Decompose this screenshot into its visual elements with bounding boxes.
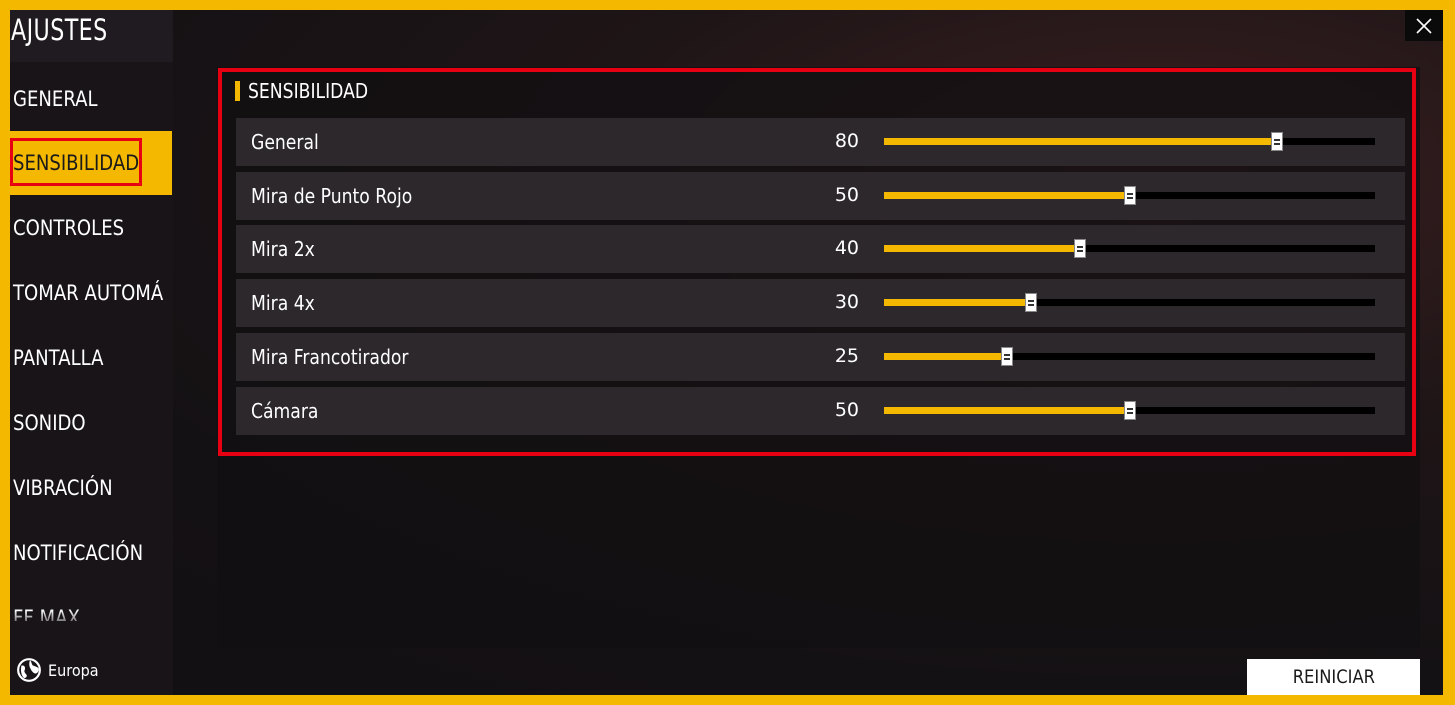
sidebar-item-label: SONIDO: [13, 411, 86, 435]
slider-track[interactable]: [884, 401, 1375, 420]
slider-track[interactable]: [884, 347, 1375, 366]
section-header: SENSIBILIDAD: [235, 79, 388, 103]
slider-fill: [884, 407, 1130, 414]
slider-track[interactable]: [884, 186, 1375, 205]
region-label: Europa: [48, 660, 99, 680]
active-item-highlight: [10, 138, 142, 186]
slider-fill: [884, 138, 1277, 145]
slider-row: Cámara 50: [236, 387, 1405, 435]
sidebar-item-label: TOMAR AUTOMÁ: [13, 281, 164, 305]
slider-row: Mira de Punto Rojo 50: [236, 172, 1405, 220]
slider-fill: [884, 245, 1081, 252]
slider-handle[interactable]: [1123, 186, 1136, 205]
slider-label: Mira de Punto Rojo: [251, 184, 413, 208]
sidebar-item-general[interactable]: GENERAL: [10, 67, 172, 131]
slider-label: Mira Francotirador: [251, 345, 409, 369]
slider-handle[interactable]: [1025, 293, 1038, 312]
slider-handle[interactable]: [1000, 347, 1013, 366]
sidebar-item-label: GENERAL: [13, 87, 98, 111]
reset-button-label: REINICIAR: [1292, 666, 1375, 688]
sidebar-item-notificacion[interactable]: NOTIFICACIÓN: [10, 521, 172, 585]
slider-value: 80: [834, 130, 859, 152]
page-title: AJUSTES: [11, 13, 108, 47]
sidebar-item-tomar-automa[interactable]: TOMAR AUTOMÁ: [10, 261, 172, 325]
close-button[interactable]: [1405, 10, 1443, 41]
sidebar-item-sonido[interactable]: SONIDO: [10, 391, 172, 455]
slider-track[interactable]: [884, 293, 1375, 312]
sidebar-item-pantalla[interactable]: PANTALLA: [10, 326, 172, 390]
slider-track[interactable]: [884, 132, 1375, 151]
region-selector[interactable]: Europa: [16, 657, 104, 683]
slider-fill: [884, 353, 1007, 360]
slider-label: Mira 4x: [251, 291, 315, 315]
sidebar-item-vibracion[interactable]: VIBRACIÓN: [10, 456, 172, 520]
slider-value: 50: [834, 399, 859, 421]
sidebar-item-label: NOTIFICACIÓN: [13, 541, 144, 565]
slider-row: Mira Francotirador 25: [236, 333, 1405, 381]
slider-value: 40: [834, 237, 859, 259]
slider-value: 50: [834, 184, 859, 206]
slider-handle[interactable]: [1270, 132, 1283, 151]
reset-button[interactable]: REINICIAR: [1247, 659, 1420, 695]
close-icon: [1416, 17, 1432, 34]
globe-icon: [17, 658, 41, 682]
sidebar-item-label: PANTALLA: [13, 346, 104, 370]
title-bar: AJUSTES: [10, 10, 173, 62]
section-title: SENSIBILIDAD: [248, 79, 369, 103]
slider-row: Mira 2x 40: [236, 225, 1405, 273]
slider-fill: [884, 299, 1032, 306]
settings-window: AJUSTES GENERAL SENSIBILIDAD CONTROLES T…: [10, 10, 1443, 695]
sidebar-item-label: VIBRACIÓN: [13, 476, 113, 500]
slider-value: 30: [834, 291, 859, 313]
sidebar-item-controles[interactable]: CONTROLES: [10, 196, 172, 260]
sidebar-item-label: CONTROLES: [13, 216, 125, 240]
sidebar-scroll-fade: [10, 610, 173, 630]
section-accent-bar: [235, 81, 240, 101]
slider-label: Mira 2x: [251, 237, 315, 261]
sidebar: AJUSTES GENERAL SENSIBILIDAD CONTROLES T…: [10, 10, 173, 695]
slider-label: General: [251, 130, 319, 154]
slider-row: General 80: [236, 118, 1405, 166]
slider-track[interactable]: [884, 239, 1375, 258]
slider-value: 25: [834, 345, 859, 367]
slider-fill: [884, 192, 1130, 199]
slider-handle[interactable]: [1074, 239, 1087, 258]
slider-label: Cámara: [251, 399, 319, 423]
slider-handle[interactable]: [1123, 401, 1136, 420]
slider-row: Mira 4x 30: [236, 279, 1405, 327]
